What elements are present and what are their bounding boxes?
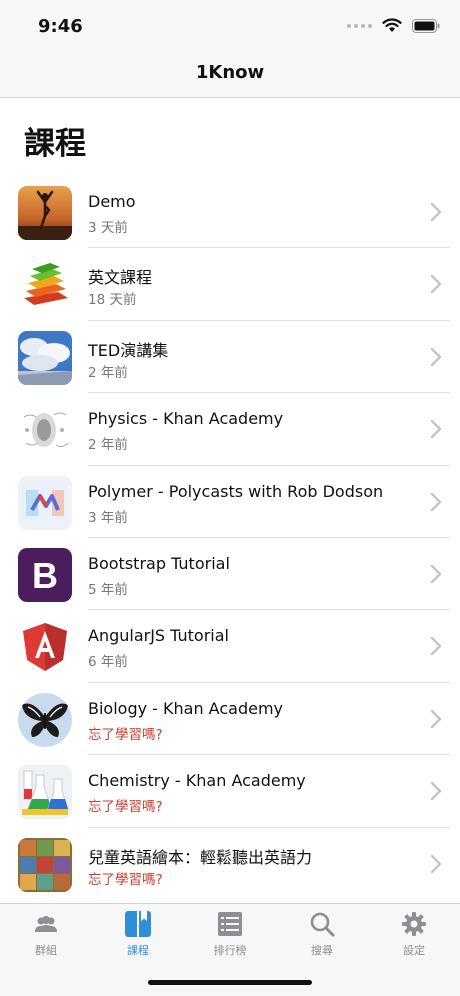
course-title: TED演講集 (88, 340, 169, 360)
status-bar: 9:46 (0, 0, 460, 52)
angular-logo-thumbnail (18, 620, 72, 675)
course-row[interactable]: Biology - Khan Academy 忘了學習嗎? (0, 683, 460, 756)
course-row[interactable]: TED演講集 2 年前 (0, 321, 460, 394)
chevron-right-icon (430, 202, 442, 222)
tab-courses[interactable]: 課程 (98, 910, 178, 958)
chevron-right-icon (430, 275, 442, 294)
battery-icon (412, 18, 440, 33)
nav-title: 1Know (195, 62, 265, 83)
course-row[interactable]: 英文課程 18 天前 (0, 248, 460, 321)
chevron-right-icon (430, 709, 442, 728)
cloud-sky-thumbnail (18, 330, 72, 385)
tab-label: 課程 (127, 944, 149, 957)
course-row[interactable]: B Bootstrap Tutorial 5 年前 (0, 538, 460, 611)
course-row[interactable]: Physics - Khan Academy 2 年前 (0, 393, 460, 466)
chevron-right-icon (430, 347, 442, 366)
course-title: Bootstrap Tutorial (88, 553, 230, 573)
course-last-studied: 18 天前 (88, 292, 137, 309)
silhouette-sunset-thumbnail (18, 186, 72, 240)
bootstrap-logo-thumbnail: B (18, 547, 72, 602)
group-icon (35, 916, 57, 932)
course-last-studied: 2 年前 (88, 437, 128, 454)
chevron-right-icon (430, 419, 442, 439)
course-row[interactable]: 兒童英語繪本：輕鬆聽出英語力 忘了學習嗎? (0, 828, 460, 900)
course-title: AngularJS Tutorial (88, 626, 229, 646)
course-title: Polymer - Polycasts with Rob Dodson (88, 481, 384, 501)
tab-label: 群組 (35, 944, 57, 957)
search-icon (310, 912, 335, 937)
wifi-icon (382, 18, 402, 32)
course-title: 兒童英語繪本：輕鬆聽出英語力 (88, 847, 313, 867)
course-row[interactable]: Polymer - Polycasts with Rob Dodson 3 年前 (0, 466, 460, 538)
course-row[interactable]: Chemistry - Khan Academy 忘了學習嗎? (0, 755, 460, 828)
chevron-right-icon (430, 637, 442, 656)
chevron-right-icon (430, 492, 442, 511)
gear-icon (402, 912, 426, 936)
course-title: Biology - Khan Academy (88, 698, 283, 718)
book-stack-thumbnail (18, 258, 72, 313)
tab-settings[interactable]: 設定 (374, 910, 454, 958)
picture-books-thumbnail (18, 837, 72, 892)
signal-icon (347, 23, 372, 28)
navigation-bar: 1Know (0, 52, 460, 98)
course-last-studied: 2 年前 (88, 364, 128, 381)
tab-label: 搜尋 (311, 944, 333, 957)
tab-label: 設定 (403, 944, 425, 957)
status-indicators (347, 18, 440, 33)
chevron-right-icon (430, 781, 442, 801)
course-last-studied: 3 年前 (88, 509, 128, 526)
course-last-studied: 3 天前 (88, 220, 128, 236)
tab-groups[interactable]: 群組 (6, 910, 86, 958)
home-indicator (148, 980, 312, 985)
course-reminder: 忘了學習嗎? (88, 871, 163, 888)
svg-text:B: B (32, 555, 58, 596)
tab-label: 排行榜 (213, 944, 247, 957)
course-reminder: 忘了學習嗎? (88, 726, 163, 743)
book-icon (125, 911, 151, 937)
course-row[interactable]: AngularJS Tutorial 6 年前 (0, 610, 460, 683)
chevron-right-icon (430, 854, 442, 873)
course-last-studied: 6 年前 (88, 654, 128, 671)
page-title: 課程 (24, 126, 86, 162)
course-title: Demo (88, 192, 136, 211)
course-list: Demo 3 天前 英文課程 18 天前 TED演講集 2 年前 Physics… (0, 176, 460, 900)
tab-search[interactable]: 搜尋 (282, 910, 362, 958)
physics-sketch-thumbnail (18, 403, 72, 458)
course-row[interactable]: Demo 3 天前 (0, 176, 460, 249)
status-time: 9:46 (38, 16, 83, 37)
list-icon (218, 912, 242, 936)
polymer-logo-thumbnail (18, 475, 72, 530)
course-title: 英文課程 (88, 268, 153, 288)
course-last-studied: 5 年前 (88, 581, 128, 598)
course-title: Physics - Khan Academy (88, 409, 284, 429)
butterfly-thumbnail (18, 692, 72, 747)
tab-leaderboard[interactable]: 排行榜 (190, 910, 270, 958)
course-title: Chemistry - Khan Academy (88, 771, 306, 791)
lab-flasks-thumbnail (18, 765, 72, 820)
chevron-right-icon (430, 564, 442, 584)
course-reminder: 忘了學習嗎? (88, 799, 163, 816)
